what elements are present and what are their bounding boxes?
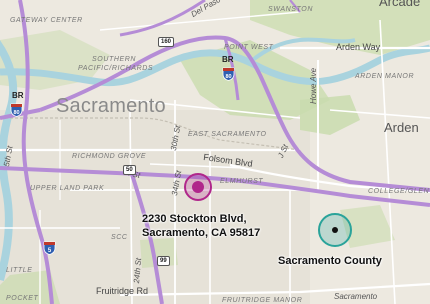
area-label-richmond-grove: RICHMOND GROVE	[72, 153, 147, 160]
area-label-college-glen: COLLEGE/GLEN	[368, 188, 430, 195]
area-label-elmhurst: ELMHURST	[220, 178, 264, 185]
area-label-east-sacramento: EAST SACRAMENTO	[188, 131, 267, 138]
county-marker-label: Sacramento County	[278, 255, 382, 267]
road-label-arden-way: Arden Way	[336, 42, 381, 52]
road-label-fruitridge-rd: Fruitridge Rd	[96, 286, 149, 296]
county-marker-dot	[332, 227, 338, 233]
route-99-shield: 99	[157, 256, 170, 266]
address-marker-label: 2230 Stockton Blvd, Sacramento, CA 95817	[142, 213, 260, 241]
interstate-80-west-number: 80	[13, 110, 19, 116]
business-route-label-1: BR	[222, 55, 234, 64]
county-location-marker[interactable]	[318, 213, 352, 247]
area-label-point-west: POINT WEST	[224, 44, 274, 51]
interstate-80-shield-icon: 80	[222, 67, 235, 81]
interstate-5-shield-icon: 5	[43, 241, 56, 255]
interstate-80-west-shield-icon: 80	[10, 103, 23, 117]
city-label-sacramento: Sacramento	[56, 95, 166, 117]
area-label-fruitridge-manor: FRUITRIDGE MANOR	[222, 297, 303, 304]
road-label-howe-ave: Howe Ave	[309, 67, 318, 104]
address-line-1: 2230 Stockton Blvd,	[142, 213, 247, 225]
map-view[interactable]: GATEWAY CENTER SOUTHERN PACIFIC/RICHARDS…	[0, 0, 430, 304]
route-160-shield: 160	[158, 37, 175, 47]
area-label-upper-land-park: UPPER LAND PARK	[30, 185, 105, 192]
interstate-80-number: 80	[225, 74, 231, 80]
route-50-shield: 50	[123, 165, 136, 175]
area-label-pocket: POCKET	[6, 295, 39, 302]
area-label-scc: SCC	[111, 234, 128, 241]
area-label-arden: Arden	[384, 120, 419, 135]
address-marker-dot	[192, 181, 204, 193]
area-label-little: LITTLE	[6, 267, 33, 274]
road-label-sacramento-bottom: Sacramento	[334, 292, 378, 301]
area-label-southern: SOUTHERN	[92, 56, 137, 63]
area-label-pacific-richards: PACIFIC/RICHARDS	[78, 65, 154, 72]
area-label-arden-manor: ARDEN MANOR	[355, 73, 415, 80]
area-label-gateway-center: GATEWAY CENTER	[10, 17, 83, 24]
area-label-arcade: Arcade	[379, 0, 421, 9]
business-route-label-2: BR	[12, 91, 24, 100]
road-label-swanston: SWANSTON	[268, 6, 313, 13]
address-line-2: Sacramento, CA 95817	[142, 226, 261, 239]
address-location-marker[interactable]	[184, 173, 212, 201]
